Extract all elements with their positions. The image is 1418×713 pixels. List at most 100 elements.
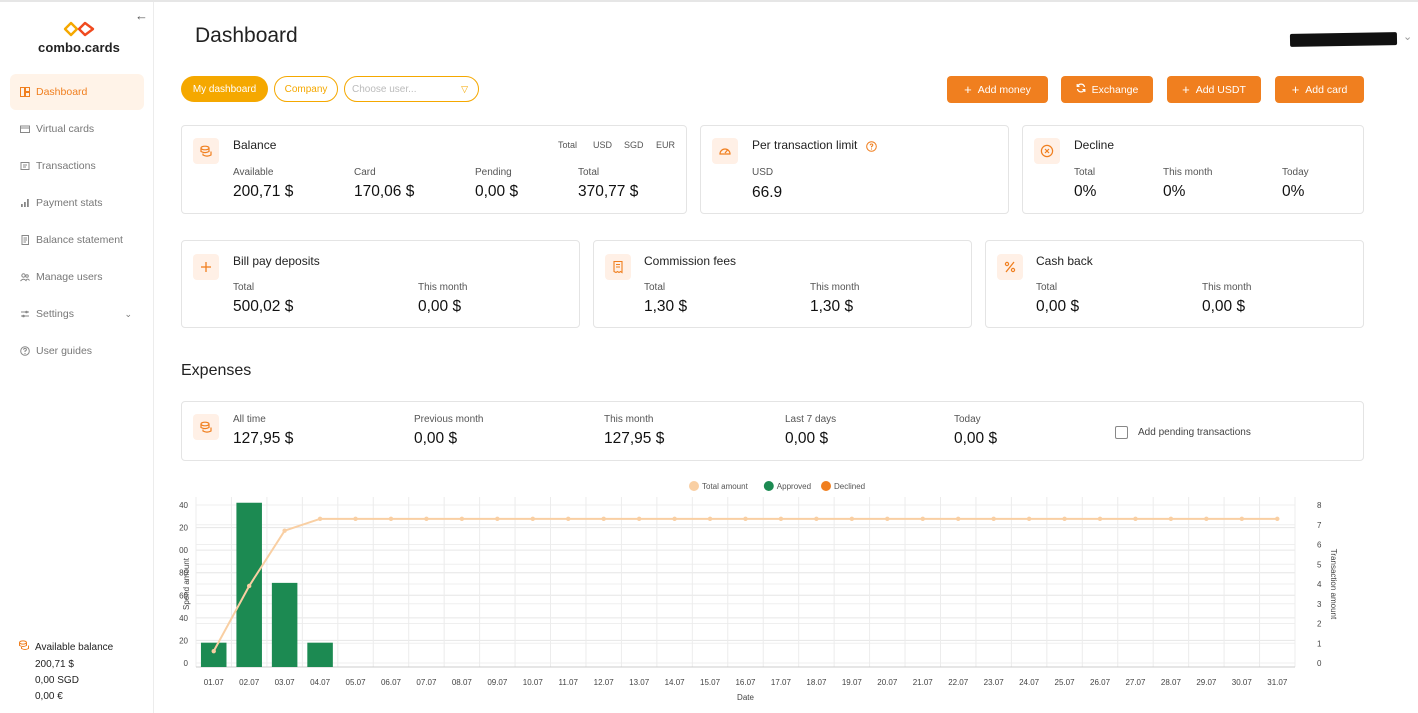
add-money-label: Add money [977, 83, 1031, 96]
x-tick-label: 19.07 [842, 678, 863, 687]
sidebar-item-balance-statement[interactable]: Balance statement [10, 222, 144, 258]
currency-tab-eur[interactable]: EUR [656, 140, 675, 150]
decline-card: Decline Total 0% This month 0% Today 0% [1022, 125, 1364, 214]
add-money-button[interactable]: + Add money [947, 76, 1048, 103]
logo[interactable]: combo.cards [34, 20, 124, 55]
point-total-amount [814, 516, 819, 522]
decline-today-label: Today [1282, 167, 1309, 178]
pending-value: 0,00 $ [475, 183, 519, 200]
y2-tick-label: 8 [1317, 501, 1322, 510]
cashback-card: Cash back Total 0,00 $ This month 0,00 $ [985, 240, 1364, 328]
info-icon[interactable] [866, 139, 877, 157]
point-total-amount [424, 516, 429, 522]
x-tick-label: 17.07 [771, 678, 792, 687]
x-tick-label: 01.07 [204, 678, 225, 687]
exchange-button[interactable]: Exchange [1061, 76, 1153, 103]
sidebar-item-settings[interactable]: Settings ⌄ [10, 296, 144, 332]
point-total-amount [956, 516, 961, 522]
x-tick-label: 07.07 [416, 678, 437, 687]
expenses-chart: Total amountApprovedDeclined020406080100… [179, 481, 1338, 702]
point-total-amount [849, 516, 855, 522]
users-icon [20, 272, 30, 282]
x-tick-label: 09.07 [487, 678, 508, 687]
speedometer-icon [712, 138, 738, 164]
sidebar-item-transactions[interactable]: Transactions [10, 148, 144, 184]
my-dashboard-button[interactable]: My dashboard [181, 76, 268, 102]
point-total-amount [991, 516, 996, 522]
coins-icon [193, 414, 219, 440]
logo-icon [63, 21, 95, 37]
coins-icon [193, 138, 219, 164]
y2-tick-label: 4 [1317, 580, 1322, 589]
percent-icon [997, 254, 1023, 280]
coins-icon [18, 639, 30, 657]
point-total-amount [1204, 516, 1209, 522]
bill-pay-total-value: 500,02 $ [233, 298, 294, 315]
add-card-button[interactable]: + Add card [1275, 76, 1364, 103]
decline-month-value: 0% [1163, 183, 1186, 200]
choose-user-select[interactable]: Choose user... ▽ [344, 76, 479, 102]
point-total-amount [530, 516, 535, 522]
pending-transactions-label[interactable]: Add pending transactions [1138, 427, 1251, 438]
chevron-down-icon: ⌄ [124, 308, 132, 319]
y-axis-title: Spend amount [182, 557, 191, 610]
sidebar-item-payment-stats[interactable]: Payment stats [10, 185, 144, 221]
y2-tick-label: 5 [1317, 560, 1322, 569]
y-tick-label: 140 [179, 501, 189, 510]
x-tick-label: 26.07 [1090, 678, 1111, 687]
sidebar-item-manage-users[interactable]: Manage users [10, 259, 144, 295]
all-time-label: All time [233, 414, 266, 425]
point-total-amount [495, 516, 500, 522]
sidebar-item-user-guides[interactable]: User guides [10, 333, 144, 369]
x-tick-label: 21.07 [913, 678, 934, 687]
brand-name: combo.cards [37, 40, 120, 55]
sidebar-item-label: Virtual cards [36, 123, 95, 135]
y-tick-label: 0 [184, 659, 189, 668]
point-total-amount [566, 516, 571, 522]
currency-tab-usd[interactable]: USD [593, 140, 612, 150]
x-tick-label: 30.07 [1232, 678, 1253, 687]
collapse-sidebar-icon[interactable]: ← [135, 8, 148, 23]
this-month-value: 127,95 $ [604, 430, 665, 447]
this-month-label: This month [604, 414, 654, 425]
plus-icon: + [964, 82, 972, 97]
decline-month-label: This month [1163, 167, 1213, 178]
per-transaction-limit-card: Per transaction limit USD 66.9 [700, 125, 1009, 214]
y-tick-label: 40 [179, 614, 188, 623]
user-menu[interactable] [1289, 32, 1398, 47]
sidebar-item-label: User guides [36, 345, 93, 357]
sidebar-item-dashboard[interactable]: Dashboard [10, 74, 144, 110]
x-tick-label: 10.07 [523, 678, 544, 687]
help-icon [20, 346, 30, 356]
pending-label: Pending [475, 167, 512, 178]
decline-today-value: 0% [1282, 183, 1305, 200]
sidebar-item-virtual-cards[interactable]: Virtual cards [10, 111, 144, 147]
point-total-amount [246, 583, 252, 589]
cashback-month-value: 0,00 $ [1202, 298, 1246, 315]
company-button[interactable]: Company [274, 76, 338, 102]
x-tick-label: 18.07 [806, 678, 827, 687]
card-icon [20, 124, 30, 134]
sidebar-item-label: Manage users [36, 271, 103, 283]
x-tick-label: 12.07 [594, 678, 615, 687]
commission-total-value: 1,30 $ [644, 298, 688, 315]
last7-value: 0,00 $ [785, 430, 829, 447]
cashback-total-value: 0,00 $ [1036, 298, 1080, 315]
add-usdt-button[interactable]: + Add USDT [1167, 76, 1261, 103]
plus-icon: + [1291, 82, 1300, 97]
dashboard-icon [20, 87, 30, 97]
card-label: Card [354, 167, 376, 178]
x-tick-label: 24.07 [1019, 678, 1040, 687]
settings-icon [20, 309, 30, 319]
currency-tab-total[interactable]: Total [558, 140, 577, 150]
available-balance-title: Available balance [35, 642, 114, 653]
choose-user-placeholder: Choose user... [352, 83, 417, 95]
currency-tab-sgd[interactable]: SGD [624, 140, 644, 150]
point-total-amount [1275, 516, 1280, 522]
bill-pay-total-label: Total [233, 282, 255, 293]
y2-axis-title: Transaction amount [1329, 549, 1338, 620]
dropdown-triangle-icon: ▽ [461, 84, 468, 94]
pending-transactions-checkbox[interactable] [1115, 426, 1128, 439]
chevron-down-icon[interactable]: ⌄ [1403, 30, 1412, 43]
x-tick-label: 11.07 [559, 678, 579, 687]
